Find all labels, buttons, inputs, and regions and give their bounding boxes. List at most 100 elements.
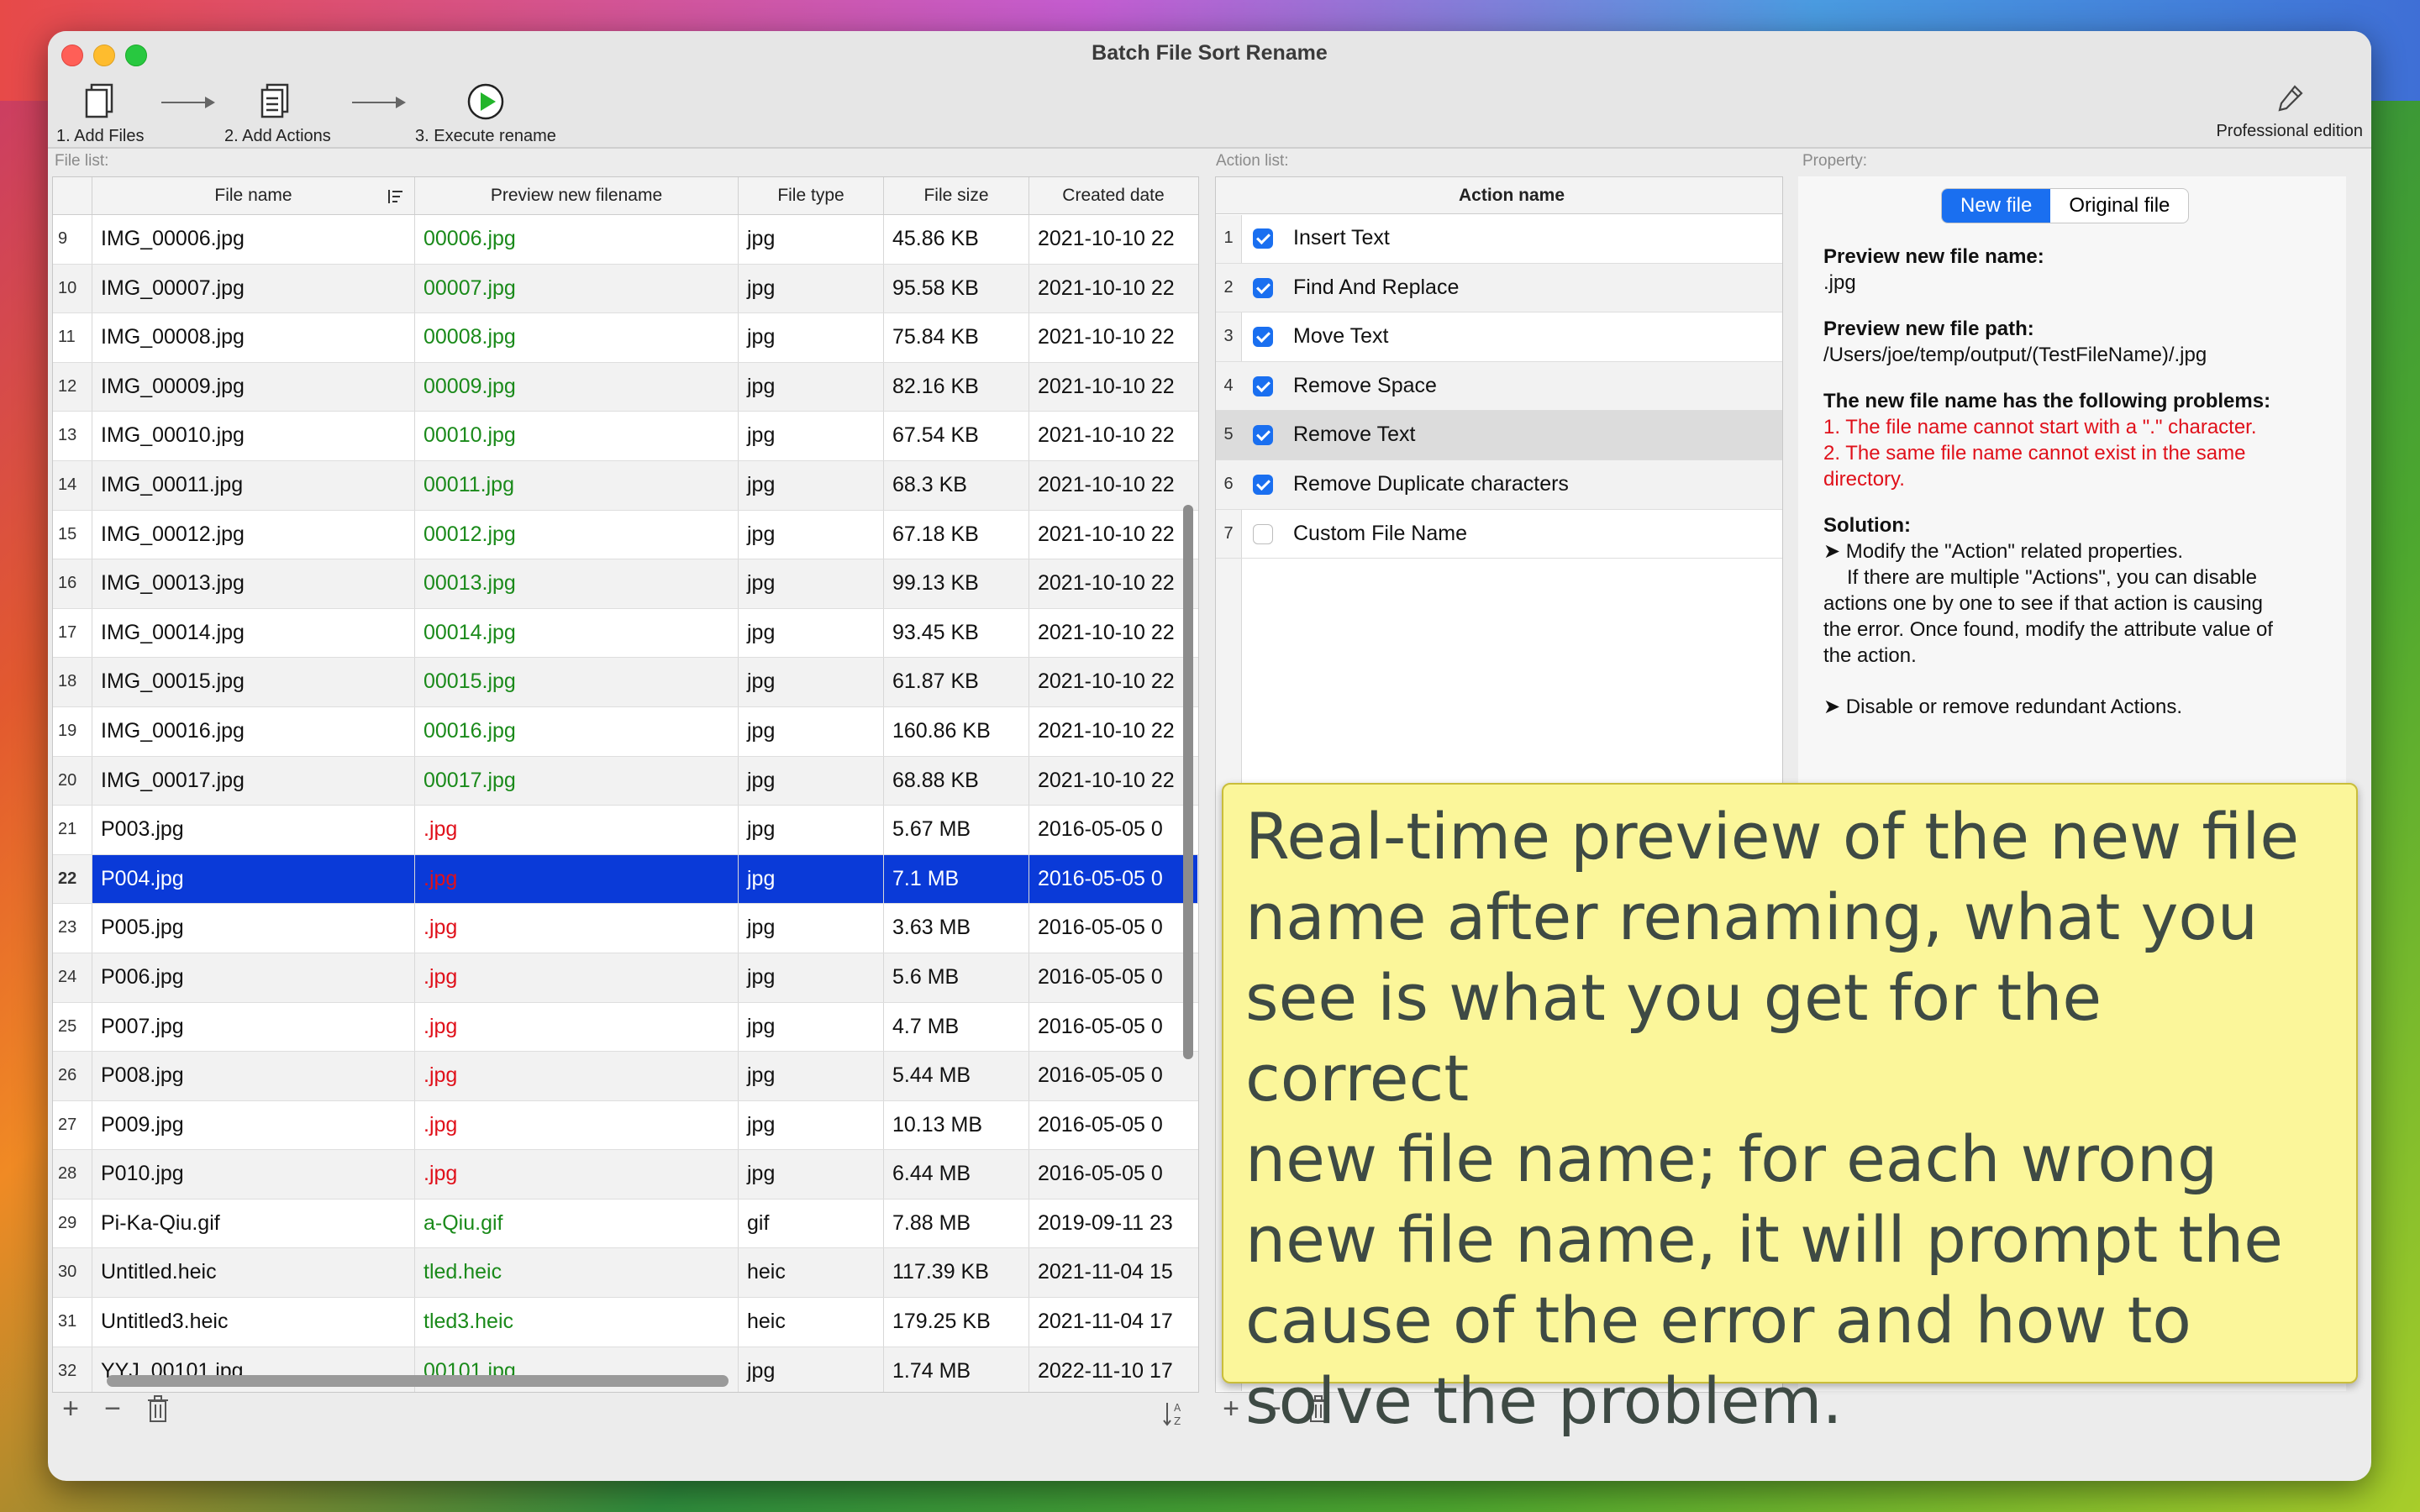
column-header-preview[interactable]: Preview new filename (415, 177, 739, 214)
solution-label: Solution: (1823, 514, 1911, 537)
professional-edition-button[interactable]: Professional edition (2216, 81, 2363, 141)
action-row-number: 1 (1223, 228, 1234, 247)
table-row[interactable]: 23 P005.jpg .jpg jpg 3.63 MB 2016-05-05 0 (53, 904, 1198, 953)
row-number: 32 (53, 1347, 92, 1392)
action-enabled-checkbox[interactable] (1253, 523, 1273, 544)
file-size-cell: 4.7 MB (884, 1002, 1029, 1052)
preview-name-cell: a-Qiu.gif (415, 1199, 739, 1248)
callout-text: Real-time preview of the new file name a… (1245, 796, 2339, 1441)
action-name-label: Custom File Name (1293, 521, 1467, 545)
action-row[interactable]: 6 Remove Duplicate characters (1216, 459, 1782, 510)
table-row[interactable]: 16 IMG_00013.jpg 00013.jpg jpg 99.13 KB 2021-… (53, 559, 1198, 609)
file-size-cell: 160.86 KB (884, 706, 1029, 756)
column-header-file-name[interactable]: File name (92, 177, 415, 214)
horizontal-scrollbar[interactable] (107, 1375, 729, 1387)
table-row[interactable]: 21 P003.jpg .jpg jpg 5.67 MB 2016-05-05 0 (53, 806, 1198, 855)
file-size-cell: 5.6 MB (884, 953, 1029, 1002)
file-type-cell: gif (739, 1199, 884, 1248)
segment-original-file[interactable]: Original file (2050, 189, 2188, 223)
table-row[interactable]: 12 IMG_00009.jpg 00009.jpg jpg 82.16 KB 2021-… (53, 362, 1198, 412)
table-row[interactable]: 14 IMG_00011.jpg 00011.jpg jpg 68.3 KB 2021-1… (53, 460, 1198, 511)
column-header-file-size[interactable]: File size (884, 177, 1029, 214)
table-row[interactable]: 20 IMG_00017.jpg 00017.jpg jpg 68.88 KB 2021-… (53, 756, 1198, 806)
table-row[interactable]: 27 P009.jpg .jpg jpg 10.13 MB 2016-05-05 0 (53, 1100, 1198, 1151)
preview-name-cell: 00008.jpg (415, 313, 739, 362)
add-file-button[interactable]: + (58, 1394, 83, 1424)
preview-name-cell: 00017.jpg (415, 756, 739, 806)
file-name-cell: IMG_00013.jpg (92, 559, 415, 608)
table-row[interactable]: 18 IMG_00015.jpg 00015.jpg jpg 61.87 KB 2021-… (53, 658, 1198, 707)
table-row[interactable]: 29 Pi-Ka-Qiu.gif a-Qiu.gif gif 7.88 MB 2019-0… (53, 1199, 1198, 1249)
table-row[interactable]: 15 IMG_00012.jpg 00012.jpg jpg 67.18 KB 2021-… (53, 510, 1198, 560)
preview-name-cell: .jpg (415, 1052, 739, 1100)
action-name-label: Remove Space (1293, 373, 1437, 397)
vertical-scrollbar[interactable] (1183, 505, 1193, 1059)
table-row[interactable]: 28 P010.jpg .jpg jpg 6.44 MB 2016-05-05 0 (53, 1150, 1198, 1200)
table-row[interactable]: 19 IMG_00016.jpg 00016.jpg jpg 160.86 KB 2021… (53, 706, 1198, 757)
action-row[interactable]: 2 Find And Replace (1216, 263, 1782, 313)
action-enabled-checkbox[interactable] (1253, 474, 1273, 495)
table-row[interactable]: 22 P004.jpg .jpg jpg 7.1 MB 2016-05-05 0 (53, 854, 1198, 905)
row-number: 23 (53, 904, 92, 953)
action-enabled-checkbox[interactable] (1253, 228, 1273, 249)
sort-az-icon[interactable]: A Z (1162, 1399, 1187, 1428)
table-row[interactable]: 9 IMG_00006.jpg 00006.jpg jpg 45.86 KB 2021-1… (53, 215, 1198, 265)
column-header-file-type[interactable]: File type (739, 177, 884, 214)
action-enabled-checkbox[interactable] (1253, 327, 1273, 348)
add-files-button[interactable]: 1. Add Files (56, 81, 145, 146)
table-row[interactable]: 10 IMG_00007.jpg 00007.jpg jpg 95.58 KB 2021-… (53, 264, 1198, 314)
file-size-cell: 45.86 KB (884, 215, 1029, 264)
action-name-label: Remove Duplicate characters (1293, 471, 1569, 496)
created-date-cell: 2021-10-10 22 (1038, 325, 1175, 349)
segment-new-file[interactable]: New file (1942, 189, 2051, 223)
table-row[interactable]: 31 Untitled3.heic tled3.heic heic 179.25 KB 2… (53, 1298, 1198, 1347)
table-row[interactable]: 11 IMG_00008.jpg 00008.jpg jpg 75.84 KB 2021-… (53, 313, 1198, 363)
created-date-cell: 2021-10-10 22 (1038, 374, 1175, 398)
file-type-cell: heic (739, 1298, 884, 1347)
titlebar: Batch File Sort Rename 1. Add Files 2. A… (48, 31, 2371, 149)
action-row[interactable]: 4 Remove Space (1216, 361, 1782, 412)
file-type-cell: jpg (739, 1052, 884, 1100)
action-name-label: Insert Text (1293, 226, 1390, 249)
action-row[interactable]: 3 Move Text (1216, 312, 1782, 362)
sort-icon[interactable] (386, 188, 404, 205)
action-row[interactable]: 1 Insert Text (1216, 214, 1782, 264)
problem-item: 2. The same file name cannot exist in th… (1823, 442, 2246, 465)
action-enabled-checkbox[interactable] (1253, 277, 1273, 298)
created-date-cell: 2016-05-05 0 (1029, 854, 1197, 904)
action-enabled-checkbox[interactable] (1253, 425, 1273, 446)
trash-icon[interactable] (145, 1394, 171, 1424)
file-view-segmented-control[interactable]: New file Original file (1941, 188, 2190, 223)
table-row[interactable]: 17 IMG_00014.jpg 00014.jpg jpg 93.45 KB 2021-… (53, 608, 1198, 659)
table-row[interactable]: 24 P006.jpg .jpg jpg 5.6 MB 2016-05-05 0 (53, 953, 1198, 1003)
action-table-header[interactable]: Action name (1216, 177, 1782, 214)
table-row[interactable]: 13 IMG_00010.jpg 00010.jpg jpg 67.54 KB 2021-… (53, 412, 1198, 461)
execute-rename-button[interactable]: 3. Execute rename (415, 81, 556, 146)
table-row[interactable]: 25 P007.jpg .jpg jpg 4.7 MB 2016-05-05 0 (53, 1002, 1198, 1053)
file-name-cell: IMG_00009.jpg (92, 362, 415, 412)
solution-item: ➤ Modify the "Action" related properties… (1823, 540, 2184, 563)
remove-file-button[interactable]: − (100, 1394, 125, 1424)
step-arrow-icon (161, 97, 215, 108)
preview-name-cell: 00007.jpg (415, 264, 739, 313)
problem-item: directory. (1823, 468, 1905, 491)
file-list-table[interactable]: File name Preview new filename File type… (52, 176, 1199, 1393)
add-actions-label: 2. Add Actions (224, 127, 331, 145)
file-size-cell: 117.39 KB (884, 1248, 1029, 1298)
table-row[interactable]: 30 Untitled.heic tled.heic heic 117.39 KB 202… (53, 1248, 1198, 1299)
action-row[interactable]: 5 Remove Text (1216, 411, 1782, 460)
table-row[interactable]: 26 P008.jpg .jpg jpg 5.44 MB 2016-05-05 0 (53, 1052, 1198, 1101)
file-name-cell: Untitled.heic (92, 1248, 415, 1298)
execute-rename-label: 3. Execute rename (415, 127, 556, 145)
add-actions-button[interactable]: 2. Add Actions (224, 81, 331, 146)
file-name-cell: P009.jpg (92, 1100, 415, 1150)
preview-name-cell: 00010.jpg (415, 412, 739, 460)
action-row[interactable]: 7 Custom File Name (1216, 510, 1782, 559)
add-action-button[interactable]: + (1218, 1394, 1244, 1424)
action-enabled-checkbox[interactable] (1253, 375, 1273, 396)
file-size-cell: 75.84 KB (884, 313, 1029, 362)
column-header-created-date[interactable]: Created date (1029, 177, 1197, 214)
row-number: 27 (53, 1100, 92, 1150)
row-number-header (53, 177, 92, 214)
created-date-cell: 2021-11-04 17 (1038, 1310, 1173, 1334)
